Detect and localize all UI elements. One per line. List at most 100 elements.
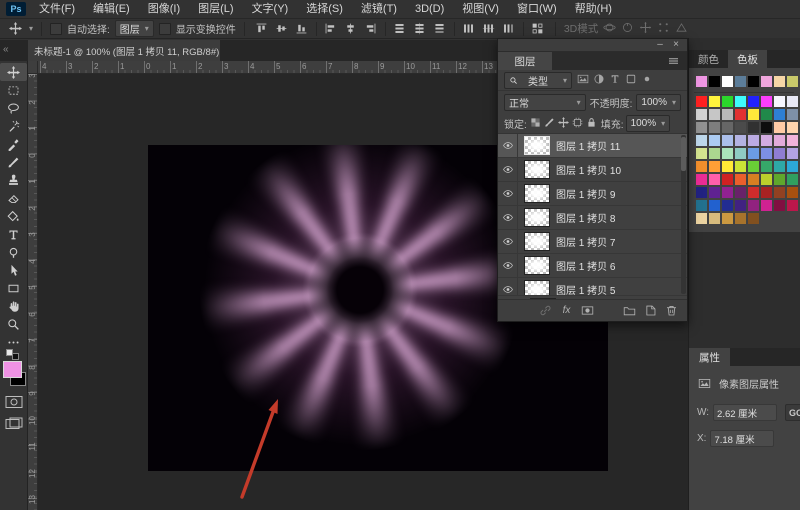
recent-swatch[interactable] <box>774 76 785 87</box>
menu-item-5[interactable]: 选择(S) <box>297 3 352 15</box>
color-swatch[interactable] <box>709 122 720 133</box>
show-transform-checkbox[interactable] <box>159 23 171 35</box>
layer-row[interactable]: 图层 1 拷贝 9 <box>498 182 687 206</box>
screen-mode-button[interactable] <box>5 417 23 431</box>
width-field[interactable]: 2.62 厘米 <box>713 404 777 421</box>
menu-item-10[interactable]: 帮助(H) <box>566 3 621 15</box>
color-swatch[interactable] <box>774 96 785 107</box>
color-swatch[interactable] <box>748 187 759 198</box>
visibility-toggle-eye-icon[interactable] <box>498 134 518 157</box>
recent-swatch[interactable] <box>748 76 759 87</box>
link-layers-button[interactable] <box>538 303 553 318</box>
color-swatch[interactable] <box>787 148 798 159</box>
lock-pixels-icon[interactable] <box>543 115 557 129</box>
color-swatch[interactable] <box>761 174 772 185</box>
color-swatch[interactable] <box>761 200 772 211</box>
distribute-left-edges-button[interactable] <box>460 21 478 37</box>
panel-title-bar[interactable]: – × <box>498 39 687 52</box>
menu-item-6[interactable]: 滤镜(T) <box>352 3 406 15</box>
color-swatch[interactable] <box>696 122 707 133</box>
distribute-horizontal-centers-button[interactable] <box>480 21 498 37</box>
color-swatch[interactable] <box>735 161 746 172</box>
tab-color[interactable]: 颜色 <box>689 50 728 68</box>
new-adjustment-layer-button[interactable] <box>601 303 616 318</box>
color-swatch[interactable] <box>787 135 798 146</box>
color-swatch[interactable] <box>787 109 798 120</box>
color-swatch[interactable] <box>735 187 746 198</box>
layer-row[interactable]: 图层 1 拷贝 5 <box>498 278 687 295</box>
lock-all-icon[interactable] <box>585 115 599 129</box>
close-icon[interactable]: × <box>669 39 683 51</box>
color-swatch[interactable] <box>774 187 785 198</box>
layer-thumbnail[interactable] <box>524 280 550 295</box>
shape-rect-tool[interactable] <box>0 279 27 297</box>
color-swatch[interactable] <box>735 174 746 185</box>
color-swatch[interactable] <box>722 174 733 185</box>
color-swatch[interactable] <box>787 174 798 185</box>
color-swatch[interactable] <box>748 200 759 211</box>
color-swatch[interactable] <box>748 96 759 107</box>
brush-tool[interactable] <box>0 153 27 171</box>
distribute-bottom-edges-button[interactable] <box>431 21 449 37</box>
lock-transparency-icon[interactable] <box>529 115 543 129</box>
color-swatch[interactable] <box>722 161 733 172</box>
visibility-toggle-eye-icon[interactable] <box>498 278 518 295</box>
layer-styles-fx-button[interactable]: fx <box>559 303 574 318</box>
color-swatch[interactable] <box>774 122 785 133</box>
align-right-edges-button[interactable] <box>362 21 380 37</box>
type-tool[interactable] <box>0 225 27 243</box>
color-swatch[interactable] <box>735 148 746 159</box>
color-swatch[interactable] <box>787 200 798 211</box>
color-swatch[interactable] <box>709 148 720 159</box>
color-swatch[interactable] <box>761 135 772 146</box>
color-swatch[interactable] <box>787 161 798 172</box>
menu-item-2[interactable]: 图像(I) <box>139 3 189 15</box>
auto-align-layers-button[interactable] <box>529 21 547 37</box>
color-swatch[interactable] <box>696 109 707 120</box>
tab-properties[interactable]: 属性 <box>689 348 730 366</box>
color-swatch[interactable] <box>735 96 746 107</box>
color-swatch[interactable] <box>761 122 772 133</box>
color-swatch[interactable] <box>696 148 707 159</box>
menu-item-9[interactable]: 窗口(W) <box>508 3 566 15</box>
default-colors-icon[interactable] <box>6 349 20 359</box>
tool-preset-caret-icon[interactable]: ▾ <box>29 24 33 33</box>
color-swatch[interactable] <box>787 187 798 198</box>
layer-row[interactable]: 图层 1 拷贝 10 <box>498 158 687 182</box>
layer-thumbnail[interactable] <box>524 184 550 203</box>
color-swatch[interactable] <box>735 213 746 224</box>
color-swatch[interactable] <box>761 109 772 120</box>
delete-layer-button[interactable] <box>664 303 679 318</box>
color-swatch[interactable] <box>722 96 733 107</box>
color-swatch[interactable] <box>696 174 707 185</box>
color-swatch[interactable] <box>709 174 720 185</box>
color-swatch[interactable] <box>709 200 720 211</box>
align-horizontal-centers-button[interactable] <box>342 21 360 37</box>
layer-thumbnail[interactable] <box>524 136 550 155</box>
color-swatch[interactable] <box>696 96 707 107</box>
color-swatch[interactable] <box>774 161 785 172</box>
color-swatch[interactable] <box>748 174 759 185</box>
menu-item-0[interactable]: 文件(F) <box>30 3 84 15</box>
menu-item-8[interactable]: 视图(V) <box>453 3 508 15</box>
recent-swatch[interactable] <box>787 76 798 87</box>
lock-artboard-icon[interactable] <box>571 115 585 129</box>
visibility-toggle-eye-icon[interactable] <box>498 254 518 277</box>
type-filter-icon[interactable] <box>607 72 623 87</box>
visibility-toggle-eye-icon[interactable] <box>498 182 518 205</box>
lock-position-icon[interactable] <box>557 115 571 129</box>
smart-filter-icon[interactable] <box>639 72 655 87</box>
document-tab[interactable]: 未标题-1 @ 100% (图层 1 拷贝 11, RGB/8#) * × <box>28 40 220 61</box>
color-swatch[interactable] <box>787 96 798 107</box>
color-swatch[interactable] <box>774 148 785 159</box>
layer-row[interactable]: 图层 1 拷贝 6 <box>498 254 687 278</box>
layer-row[interactable]: 图层 1 拷贝 7 <box>498 230 687 254</box>
move-tool[interactable] <box>0 63 27 81</box>
color-swatch[interactable] <box>709 213 720 224</box>
eraser-tool[interactable] <box>0 189 27 207</box>
opacity-dropdown[interactable]: 100% <box>636 94 681 111</box>
color-swatch[interactable] <box>748 135 759 146</box>
new-layer-button[interactable] <box>643 303 658 318</box>
clone-stamp-tool[interactable] <box>0 171 27 189</box>
color-swatch[interactable] <box>696 187 707 198</box>
